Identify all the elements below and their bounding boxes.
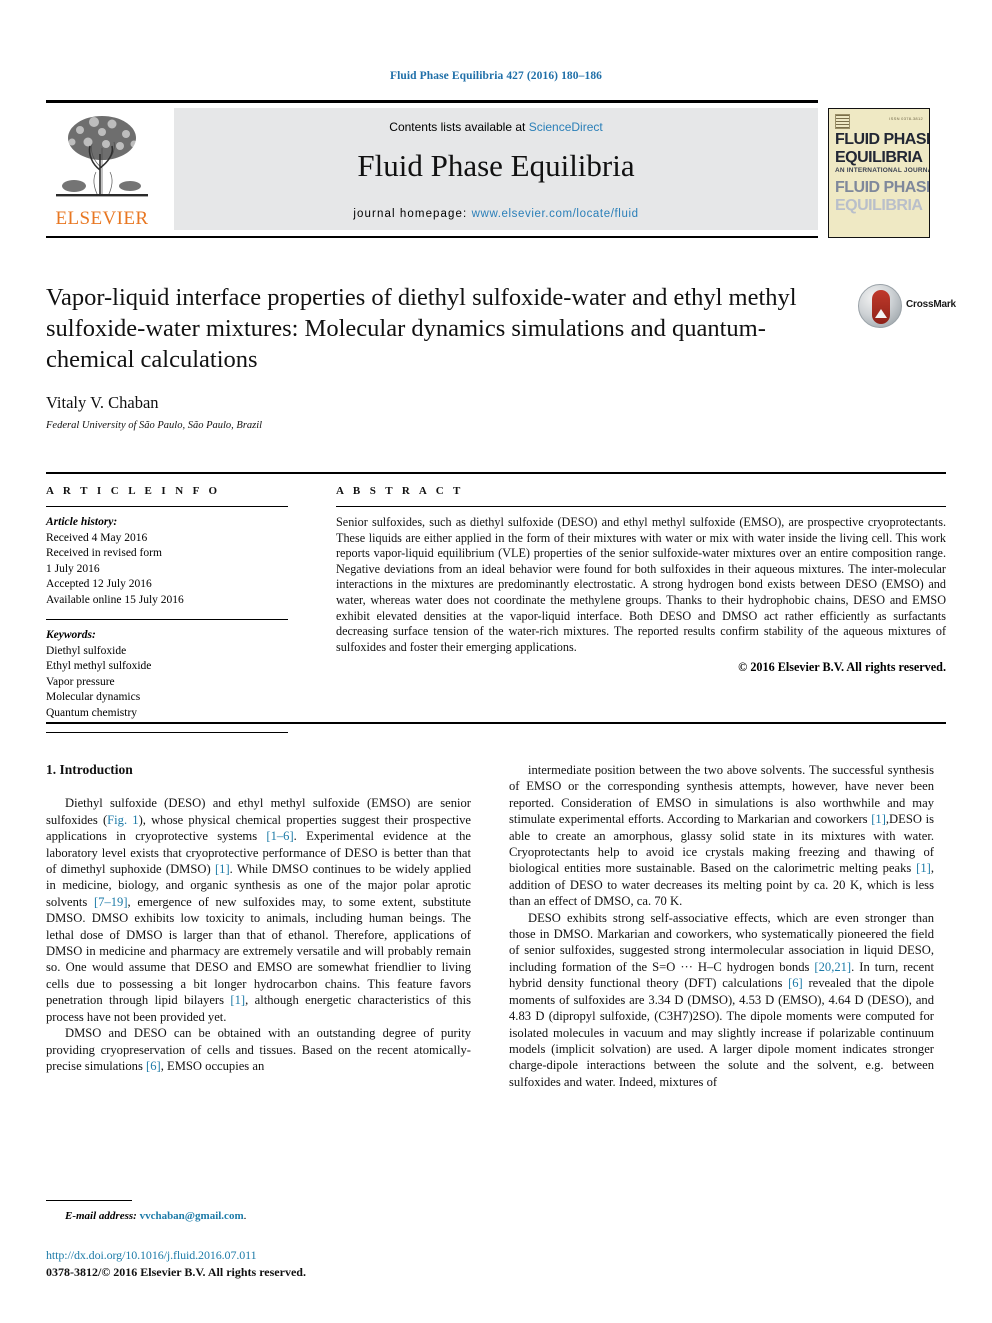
running-head: Fluid Phase Equilibria 427 (2016) 180–18… bbox=[389, 70, 603, 82]
masthead-top-rule bbox=[46, 100, 818, 103]
citation-ref[interactable]: [1] bbox=[871, 812, 886, 826]
history-line: Accepted 12 July 2016 bbox=[46, 578, 152, 590]
footnote-label: E-mail address: bbox=[65, 1210, 137, 1222]
cover-line-2: EQUILIBRIA bbox=[835, 149, 923, 166]
sciencedirect-link[interactable]: ScienceDirect bbox=[529, 120, 603, 134]
footnote-rule bbox=[46, 1200, 132, 1201]
citation-ref[interactable]: [1] bbox=[916, 861, 931, 875]
citation-ref[interactable]: [1–6] bbox=[266, 829, 293, 843]
section-title-introduction: 1. Introduction bbox=[46, 762, 133, 777]
history-line: Available online 15 July 2016 bbox=[46, 593, 184, 606]
abstract-copyright: © 2016 Elsevier B.V. All rights reserved… bbox=[738, 660, 946, 675]
footnote-text: E-mail address: vvchaban@gmail.com. bbox=[65, 1210, 247, 1222]
issn-copyright: 0378-3812/© 2016 Elsevier B.V. All right… bbox=[46, 1265, 306, 1279]
figure-ref[interactable]: Fig. 1 bbox=[107, 813, 138, 827]
abstract-rule-top bbox=[336, 506, 946, 507]
keywords-rule-top bbox=[46, 619, 288, 620]
body-column-right: intermediate position between the two ab… bbox=[509, 762, 934, 1090]
article-info-column: A R T I C L E I N F O Article history: R… bbox=[46, 485, 288, 741]
abstract-heading: A B S T R A C T bbox=[336, 485, 464, 497]
keyword-item: Diethyl sulfoxide bbox=[46, 644, 127, 657]
history-line: Received 4 May 2016 bbox=[46, 531, 148, 544]
title-bottom-rule bbox=[46, 472, 946, 474]
citation-ref[interactable]: [1] bbox=[230, 993, 245, 1007]
contents-prefix: Contents lists available at bbox=[389, 120, 529, 134]
paragraph: Diethyl sulfoxide (DESO) and ethyl methy… bbox=[46, 796, 471, 1024]
paragraph: DMSO and DESO can be obtained with an ou… bbox=[46, 1026, 471, 1073]
keyword-item: Ethyl methyl sulfoxide bbox=[46, 660, 152, 672]
citation-ref[interactable]: [1] bbox=[215, 862, 230, 876]
elsevier-tree-icon bbox=[50, 108, 154, 204]
crossmark-badge[interactable]: CrossMark bbox=[858, 284, 956, 330]
footnote-block: E-mail address: vvchaban@gmail.com. bbox=[46, 1200, 471, 1222]
abstract-column: A B S T R A C T Senior sulfoxides, such … bbox=[336, 485, 946, 675]
elsevier-wordmark: ELSEVIER bbox=[55, 208, 149, 229]
citation-ref[interactable]: [7–19] bbox=[94, 895, 128, 909]
keyword-item: Quantum chemistry bbox=[46, 706, 138, 719]
author-affiliation: Federal University of São Paulo, São Pau… bbox=[46, 420, 263, 431]
cover-line-4: FLUID PHASE bbox=[835, 179, 930, 196]
crossmark-arrow-icon bbox=[875, 309, 887, 318]
homepage-prefix: journal homepage: bbox=[353, 208, 472, 220]
crossmark-label: CrossMark bbox=[906, 299, 956, 310]
crossmark-pill-icon bbox=[872, 290, 890, 324]
citation-ref[interactable]: [20,21] bbox=[814, 960, 851, 974]
journal-title: Fluid Phase Equilibria bbox=[357, 148, 635, 183]
masthead-bottom-rule bbox=[46, 236, 818, 238]
journal-homepage-link[interactable]: www.elsevier.com/locate/fluid bbox=[472, 208, 639, 220]
article-info-heading: A R T I C L E I N F O bbox=[46, 485, 221, 497]
contents-available-line: Contents lists available at ScienceDirec… bbox=[174, 120, 818, 134]
cover-issn-text: ISSN 0378-3812 bbox=[889, 116, 923, 121]
journal-homepage-line: journal homepage: www.elsevier.com/locat… bbox=[174, 208, 818, 220]
abstract-bottom-rule bbox=[46, 722, 946, 724]
body-columns: 1. Introduction Diethyl sulfoxide (DESO)… bbox=[46, 762, 946, 1232]
cover-line-5: EQUILIBRIA bbox=[835, 197, 923, 214]
contents-band: Contents lists available at ScienceDirec… bbox=[174, 108, 818, 230]
bottom-meta: http://dx.doi.org/10.1016/j.fluid.2016.0… bbox=[46, 1248, 546, 1280]
keyword-item: Molecular dynamics bbox=[46, 691, 141, 703]
history-line: 1 July 2016 bbox=[46, 562, 100, 575]
article-history-label: Article history: bbox=[46, 516, 118, 528]
elsevier-tree-svg bbox=[56, 116, 148, 197]
cover-elsevier-icon bbox=[835, 114, 850, 129]
paper-page: Fluid Phase Equilibria 427 (2016) 180–18… bbox=[0, 0, 992, 1323]
paragraph: intermediate position between the two ab… bbox=[509, 763, 934, 909]
footnote-email-link[interactable]: vvchaban@gmail.com bbox=[140, 1210, 244, 1222]
elsevier-logo: ELSEVIER bbox=[46, 108, 158, 230]
author-name: Vitaly V. Chaban bbox=[46, 393, 159, 412]
cover-line-3: AN INTERNATIONAL JOURNAL bbox=[835, 167, 930, 174]
keywords-label: Keywords: bbox=[46, 629, 96, 641]
body-column-left: 1. Introduction Diethyl sulfoxide (DESO)… bbox=[46, 762, 471, 1074]
cover-header-marks: ISSN 0378-3812 bbox=[835, 114, 923, 129]
journal-cover-thumbnail: ISSN 0378-3812 FLUID PHASE EQUILIBRIA AN… bbox=[828, 108, 930, 238]
abstract-text: Senior sulfoxides, such as diethyl sulfo… bbox=[336, 515, 946, 654]
cover-line-1: FLUID PHASE bbox=[835, 131, 930, 148]
citation-ref[interactable]: [6] bbox=[788, 976, 803, 990]
article-info-rule-top bbox=[46, 506, 288, 507]
history-line: Received in revised form bbox=[46, 547, 162, 559]
title-block: Vapor-liquid interface properties of die… bbox=[46, 282, 956, 431]
citation-ref[interactable]: [6] bbox=[146, 1059, 161, 1073]
journal-masthead: ELSEVIER Contents lists available at Sci… bbox=[46, 100, 946, 238]
paragraph: DESO exhibits strong self-associative ef… bbox=[509, 910, 934, 1089]
doi-link[interactable]: http://dx.doi.org/10.1016/j.fluid.2016.0… bbox=[46, 1248, 546, 1263]
crossmark-ring-icon bbox=[858, 284, 902, 328]
page-title: Vapor-liquid interface properties of die… bbox=[46, 284, 797, 373]
keywords-rule-bottom bbox=[46, 732, 288, 733]
keyword-item: Vapor pressure bbox=[46, 675, 115, 688]
